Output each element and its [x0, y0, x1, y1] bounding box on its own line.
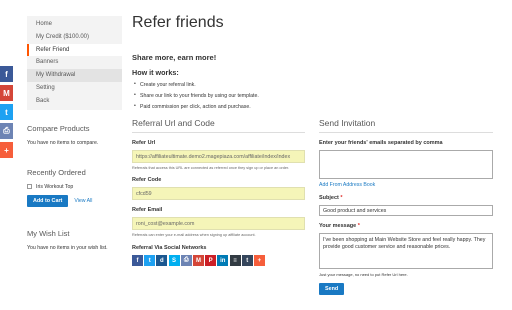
sidebar: Home My Credit ($100.00) Refer Friend Ba… [27, 16, 122, 251]
required-marker: * [340, 195, 343, 201]
send-button[interactable]: Send [319, 283, 345, 295]
print-icon[interactable]: ⎙ [180, 255, 192, 266]
add-to-cart-button[interactable]: Add to Cart [27, 194, 69, 207]
refer-email-note: Referrals can enter your e-mail address … [132, 233, 256, 237]
gmail-icon[interactable]: M [0, 85, 13, 101]
invitation-section: Send Invitation Enter your friends' emai… [319, 118, 493, 295]
message-label-text: Your message [319, 223, 357, 229]
address-book-link[interactable]: Add From Address Book [319, 182, 493, 188]
recently-ordered-title: Recently Ordered [27, 167, 86, 177]
page-title: Refer friends [132, 14, 224, 31]
nav-item-setting[interactable]: Setting [27, 82, 122, 95]
emails-textarea[interactable] [319, 150, 493, 179]
twitter-icon[interactable]: t [0, 104, 13, 120]
refer-email-field[interactable]: roni_cost@example.com [132, 217, 305, 230]
tagline: Share more, earn more! [132, 53, 217, 62]
subject-label: Subject * [319, 195, 493, 201]
nav-item-refer-friend[interactable]: Refer Friend [27, 43, 122, 57]
nav-item-home[interactable]: Home [27, 18, 122, 31]
gmail-icon[interactable]: M [192, 255, 204, 266]
twitter-icon[interactable]: t [144, 255, 156, 266]
linkedin-icon[interactable]: in [217, 255, 229, 266]
account-nav: Home My Credit ($100.00) Refer Friend Ba… [27, 16, 122, 110]
floating-share-bar: f Mt ⎙ + [0, 66, 13, 161]
recent-item-name: Iris Workout Top [36, 183, 74, 190]
nav-item-my-credit[interactable]: My Credit ($100.00) [27, 31, 122, 44]
subject-label-text: Subject [319, 195, 339, 201]
view-all-link[interactable]: View All [74, 198, 92, 204]
recent-item-row: Iris Workout Top [27, 184, 122, 190]
invitation-section-title: Send Invitation [319, 118, 493, 133]
nav-item-my-withdrawal[interactable]: My Withdrawal [27, 69, 122, 82]
tumblr-icon[interactable]: t [241, 255, 253, 266]
social-networks-label: Referral Via Social Networks [132, 245, 207, 251]
plus-icon[interactable]: + [253, 255, 265, 266]
refer-code-field[interactable]: cfcd59 [132, 187, 305, 200]
refer-code-label: Refer Code [132, 177, 162, 183]
digg-icon[interactable]: d [156, 255, 168, 266]
main-content: Refer friends Share more, earn more! How… [132, 14, 504, 295]
refer-url-field[interactable]: https://affiliateultimate.demo2.magepiaz… [132, 150, 305, 163]
social-share-buttons: f t d S ⎙ M Pin ≡ t + [132, 255, 305, 266]
message-textarea[interactable]: I've been shopping at Main Website Store… [319, 233, 493, 269]
nav-item-back[interactable]: Back [27, 95, 122, 108]
buffer-icon[interactable]: ≡ [229, 255, 241, 266]
facebook-icon[interactable]: f [0, 66, 13, 82]
compare-products-title: Compare Products [27, 123, 90, 133]
compare-products-empty: You have no items to compare. [27, 139, 99, 146]
print-icon[interactable]: ⎙ [0, 123, 13, 139]
required-marker: * [357, 223, 360, 229]
facebook-icon[interactable]: f [132, 255, 143, 266]
wishlist-title: My Wish List [27, 228, 70, 238]
referral-section: Referral Url and Code Refer Url https://… [132, 118, 305, 266]
subject-input[interactable]: Good product and services [319, 205, 493, 216]
nav-item-banners[interactable]: Banners [27, 56, 122, 69]
how-step: Create your referral link. [132, 81, 259, 88]
recent-actions: Add to Cart View All [27, 194, 122, 207]
how-step: Paid commission per click, action and pu… [132, 103, 259, 110]
pinterest-icon[interactable]: P [205, 255, 217, 266]
referral-section-title: Referral Url and Code [132, 118, 305, 133]
refer-url-note: Referrals that access this URL are conne… [132, 166, 290, 170]
how-it-works: How it works: Create your referral link.… [132, 68, 259, 110]
how-it-works-title: How it works: [132, 68, 179, 77]
how-it-works-list: Create your referral link. Share our lin… [132, 81, 259, 110]
message-label: Your message * [319, 223, 493, 229]
how-step: Share our link to your friends by using … [132, 92, 259, 99]
plus-icon[interactable]: + [0, 142, 13, 158]
recent-item-checkbox[interactable] [27, 184, 32, 190]
message-note: Just your message, no need to put Refer … [319, 272, 408, 277]
refer-email-label: Refer Email [132, 207, 163, 213]
skype-icon[interactable]: S [168, 255, 180, 266]
refer-url-label: Refer Url [132, 140, 156, 146]
emails-label: Enter your friends' emails separated by … [319, 140, 443, 146]
wishlist-empty: You have no items in your wish list. [27, 244, 108, 251]
